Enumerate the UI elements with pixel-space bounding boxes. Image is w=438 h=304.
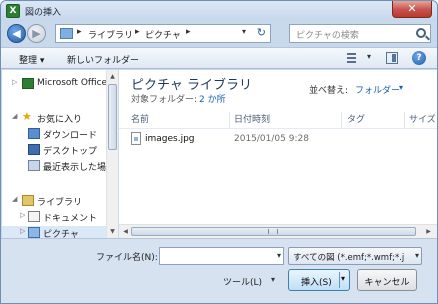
file-type-dropdown-icon[interactable]: ▾ [415, 251, 419, 260]
scroll-thumb[interactable] [131, 227, 416, 236]
nav-item-recent[interactable]: 最近表示した場所 [2, 159, 116, 173]
refresh-icon[interactable]: ↻ [257, 26, 266, 39]
tools-dropdown-icon[interactable]: ▾ [271, 275, 275, 284]
expand-icon[interactable]: ▷ [20, 227, 25, 235]
column-header-size[interactable]: サイズ [409, 112, 437, 128]
arrange-by-label: 並べ替え: [309, 86, 349, 96]
window-title: 図の挿入 [25, 8, 62, 18]
search-input[interactable]: ピクチャの検索 [289, 24, 431, 43]
arrange-by-dropdown[interactable]: フォルダー [355, 83, 400, 96]
organize-button[interactable]: 整理 ▾ [19, 53, 44, 66]
tools-button[interactable]: ツール(L) [223, 275, 262, 288]
desktop-icon [28, 144, 40, 155]
help-icon[interactable]: ? [412, 51, 426, 65]
target-folder-label: 対象フォルダー: [131, 95, 198, 105]
insert-button[interactable]: 挿入(S) ▾ [288, 269, 350, 291]
breadcrumb-libraries[interactable]: ライブラリ [88, 28, 133, 41]
nav-item-favorites[interactable]: ◢ ★ お気に入り [2, 110, 112, 125]
scroll-left-icon[interactable]: ◀ [120, 226, 131, 237]
collapse-icon[interactable]: ◢ [12, 112, 17, 120]
search-placeholder: ピクチャの検索 [296, 31, 359, 41]
breadcrumb-separator-icon[interactable]: ▸ [77, 27, 82, 37]
file-date: 2015/01/05 9:28 [234, 134, 309, 144]
expand-icon[interactable]: ▷ [20, 211, 25, 219]
insert-label: 挿入(S) [301, 278, 332, 288]
scroll-grip [268, 229, 278, 234]
download-folder-icon [28, 128, 40, 139]
header-divider [119, 128, 437, 129]
nav-scrollbar[interactable]: ▲ ▼ [106, 70, 118, 238]
dialog-footer: ファイル名(N): ▾ すべての図 (*.emf;*.wmf;*.j ▾ ツール… [1, 238, 437, 303]
image-file-icon [131, 132, 141, 145]
new-folder-button[interactable]: 新しいフォルダー [67, 53, 139, 66]
nav-item-label: ピクチャ [43, 230, 79, 238]
address-bar[interactable]: ▸ ライブラリ ▸ ピクチャ ▸ ▾ ↻ [55, 24, 271, 43]
close-button[interactable]: ✕ [392, 1, 432, 18]
office-icon [22, 78, 34, 89]
command-toolbar: 整理 ▾ 新しいフォルダー ▾ ? [1, 47, 437, 69]
target-folder-link[interactable]: 2 か所 [199, 92, 226, 105]
filename-field[interactable]: ▾ [159, 247, 284, 265]
search-icon [416, 28, 426, 38]
scroll-thumb[interactable] [108, 84, 117, 150]
change-view-icon[interactable] [347, 52, 369, 65]
nav-item-label: ドキュメント [43, 214, 98, 224]
folder-icon [60, 28, 73, 39]
expand-icon[interactable]: ▷ [12, 78, 17, 86]
cancel-label: キャンセル [364, 278, 410, 288]
excel-app-icon: X [6, 4, 20, 18]
filename-label: ファイル名(N): [96, 253, 158, 263]
library-icon [22, 195, 34, 206]
library-title: ピクチャ ライブラリ [131, 78, 253, 93]
nav-item-label: Microsoft Office E [37, 78, 116, 88]
forward-button[interactable]: ▶ [27, 24, 46, 43]
insert-picture-dialog: X 図の挿入 ✕ ◀ ▶ ▸ ライブラリ ▸ ピクチャ ▸ ▾ ↻ ピクチャの検… [0, 0, 438, 304]
file-type-value: すべての図 (*.emf;*.wmf;*.j [293, 253, 405, 263]
navigation-pane: ▷ Microsoft Office E ◢ ★ お気に入り ダウンロード デス… [2, 70, 118, 238]
breadcrumb-pictures[interactable]: ピクチャ [145, 28, 181, 41]
nav-item-documents[interactable]: ▷ ドキュメント [2, 210, 112, 224]
nav-item-label: お気に入り [37, 115, 83, 125]
address-dropdown-icon[interactable]: ▾ [242, 27, 246, 36]
nav-item-office[interactable]: ▷ Microsoft Office E [2, 77, 116, 91]
file-type-select[interactable]: すべての図 (*.emf;*.wmf;*.j ▾ [288, 247, 422, 265]
recent-places-icon [28, 160, 40, 171]
scroll-up-icon[interactable]: ▲ [107, 71, 118, 82]
file-list-pane: ピクチャ ライブラリ 対象フォルダー: 2 か所 並べ替え: フォルダー ▾ 名… [119, 70, 437, 238]
preview-pane-icon[interactable] [386, 52, 398, 64]
column-header-tags[interactable]: タグ [347, 112, 405, 128]
view-dropdown-icon[interactable]: ▾ [367, 52, 371, 61]
nav-item-downloads[interactable]: ダウンロード [2, 127, 112, 141]
nav-item-label: ライブラリ [37, 198, 83, 208]
column-header-name[interactable]: 名前 [131, 112, 230, 128]
nav-item-pictures[interactable]: ▷ ピクチャ [2, 226, 112, 238]
file-row[interactable]: images.jpg 2015/01/05 9:28 [127, 132, 427, 148]
column-header-date[interactable]: 日付時刻 [234, 112, 342, 128]
arrange-dropdown-icon[interactable]: ▾ [399, 83, 403, 92]
pictures-icon [28, 227, 40, 238]
horizontal-scrollbar[interactable]: ◀ ▶ [119, 224, 437, 238]
nav-item-label: デスクトップ [43, 147, 98, 157]
title-bar: X 図の挿入 ✕ [1, 1, 437, 21]
breadcrumb-separator-icon[interactable]: ▸ [135, 27, 140, 37]
documents-icon [28, 211, 40, 222]
address-row: ◀ ▶ ▸ ライブラリ ▸ ピクチャ ▸ ▾ ↻ ピクチャの検索 [1, 21, 437, 47]
breadcrumb-separator-icon[interactable]: ▸ [186, 27, 191, 37]
insert-dropdown-icon[interactable]: ▾ [341, 274, 345, 283]
nav-item-desktop[interactable]: デスクトップ [2, 143, 112, 157]
nav-item-label: ダウンロード [43, 131, 98, 141]
nav-item-label: 最近表示した場所 [43, 163, 116, 173]
split-divider [339, 272, 340, 288]
scroll-right-icon[interactable]: ▶ [423, 226, 434, 237]
cancel-button[interactable]: キャンセル [357, 269, 417, 291]
scroll-down-icon[interactable]: ▼ [107, 226, 118, 237]
star-icon: ★ [22, 110, 32, 123]
filename-dropdown-icon[interactable]: ▾ [277, 251, 281, 260]
collapse-icon[interactable]: ◢ [12, 195, 17, 203]
nav-item-libraries[interactable]: ◢ ライブラリ [2, 194, 112, 208]
file-name: images.jpg [145, 134, 195, 144]
back-button[interactable]: ◀ [7, 24, 26, 43]
